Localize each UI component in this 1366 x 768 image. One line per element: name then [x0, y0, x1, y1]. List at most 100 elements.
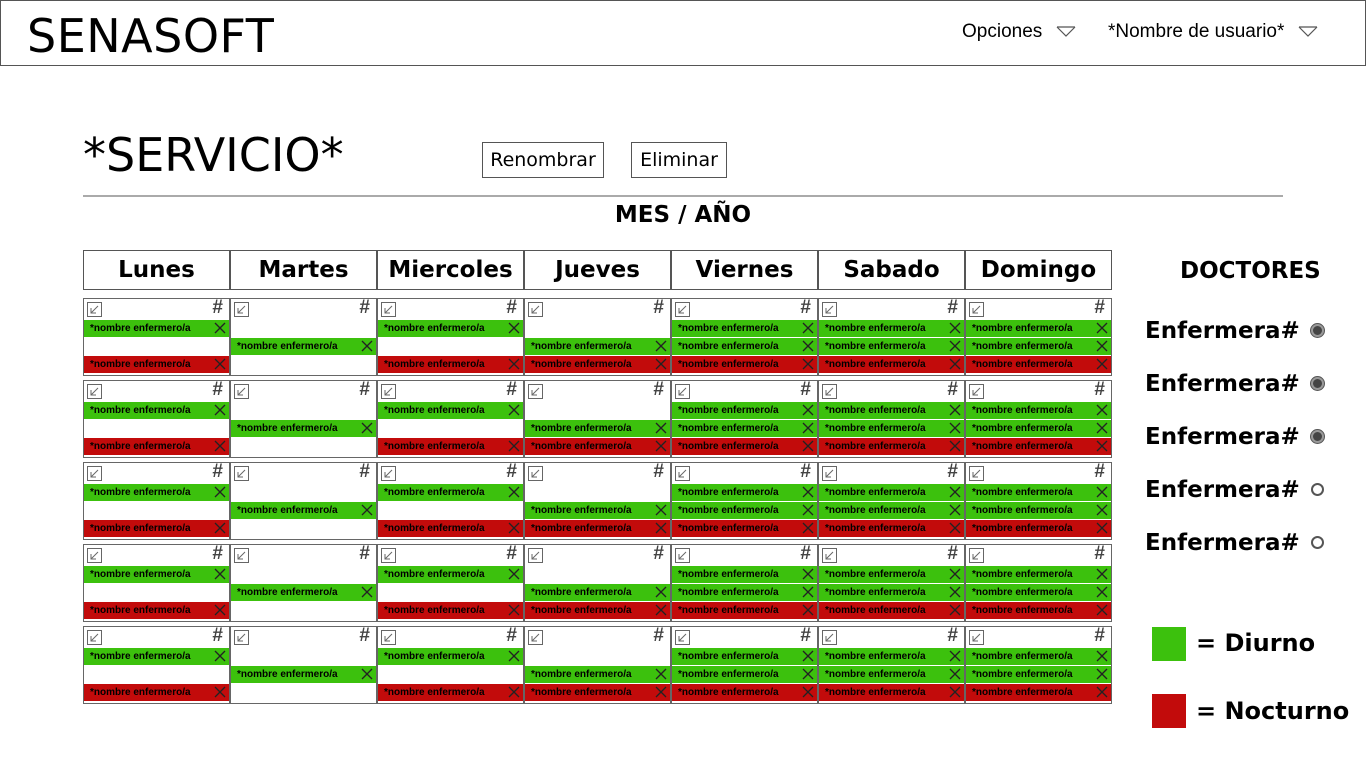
- expand-icon[interactable]: [822, 548, 837, 563]
- close-icon[interactable]: [655, 586, 667, 598]
- night-shift-entry[interactable]: *nombre enfermero/a: [378, 356, 523, 373]
- night-shift-entry[interactable]: *nombre enfermero/a: [819, 684, 964, 701]
- expand-icon[interactable]: [381, 630, 396, 645]
- close-icon[interactable]: [361, 668, 373, 680]
- day-cell[interactable]: # *nombre enfermero/a *nombre enfermero/a: [524, 461, 671, 540]
- day-cell[interactable]: # *nombre enfermero/a *nombre enfermero/a *…: [671, 461, 818, 540]
- expand-icon[interactable]: [969, 384, 984, 399]
- close-icon[interactable]: [1096, 668, 1108, 680]
- close-icon[interactable]: [802, 504, 814, 516]
- day-shift-entry[interactable]: *nombre enfermero/a: [84, 566, 229, 583]
- day-shift-entry[interactable]: *nombre enfermero/a: [672, 420, 817, 437]
- day-cell[interactable]: # *nombre enfermero/a *nombre enfermero/a: [377, 543, 524, 622]
- day-shift-entry[interactable]: *nombre enfermero/a: [378, 648, 523, 665]
- day-cell[interactable]: # *nombre enfermero/a *nombre enfermero/a: [377, 625, 524, 704]
- close-icon[interactable]: [655, 358, 667, 370]
- day-cell[interactable]: # *nombre enfermero/a *nombre enfermero/a *…: [965, 461, 1112, 540]
- day-shift-entry[interactable]: *nombre enfermero/a: [231, 584, 376, 601]
- expand-icon[interactable]: [381, 302, 396, 317]
- day-cell[interactable]: # *nombre enfermero/a: [230, 379, 377, 458]
- close-icon[interactable]: [508, 686, 520, 698]
- close-icon[interactable]: [949, 404, 961, 416]
- night-shift-entry[interactable]: *nombre enfermero/a: [672, 356, 817, 373]
- day-cell[interactable]: # *nombre enfermero/a *nombre enfermero/a: [377, 379, 524, 458]
- close-icon[interactable]: [1096, 604, 1108, 616]
- close-icon[interactable]: [949, 422, 961, 434]
- close-icon[interactable]: [214, 358, 226, 370]
- close-icon[interactable]: [949, 440, 961, 452]
- night-shift-entry[interactable]: *nombre enfermero/a: [525, 684, 670, 701]
- expand-icon[interactable]: [528, 466, 543, 481]
- day-shift-entry[interactable]: *nombre enfermero/a: [84, 320, 229, 337]
- day-shift-entry[interactable]: *nombre enfermero/a: [819, 648, 964, 665]
- day-cell[interactable]: # *nombre enfermero/a *nombre enfermero/a *…: [818, 461, 965, 540]
- day-cell[interactable]: # *nombre enfermero/a *nombre enfermero/a: [377, 461, 524, 540]
- day-shift-entry[interactable]: *nombre enfermero/a: [231, 338, 376, 355]
- night-shift-entry[interactable]: *nombre enfermero/a: [378, 520, 523, 537]
- day-cell[interactable]: # *nombre enfermero/a *nombre enfermero/a *…: [671, 379, 818, 458]
- close-icon[interactable]: [802, 440, 814, 452]
- close-icon[interactable]: [802, 668, 814, 680]
- close-icon[interactable]: [949, 650, 961, 662]
- doctor-radio[interactable]: [1311, 483, 1324, 496]
- day-cell[interactable]: # *nombre enfermero/a *nombre enfermero/a: [524, 543, 671, 622]
- expand-icon[interactable]: [234, 548, 249, 563]
- close-icon[interactable]: [508, 322, 520, 334]
- night-shift-entry[interactable]: *nombre enfermero/a: [84, 520, 229, 537]
- night-shift-entry[interactable]: *nombre enfermero/a: [819, 356, 964, 373]
- night-shift-entry[interactable]: *nombre enfermero/a: [966, 684, 1111, 701]
- expand-icon[interactable]: [528, 302, 543, 317]
- night-shift-entry[interactable]: *nombre enfermero/a: [525, 438, 670, 455]
- day-shift-entry[interactable]: *nombre enfermero/a: [672, 584, 817, 601]
- day-shift-entry[interactable]: *nombre enfermero/a: [819, 420, 964, 437]
- day-shift-entry[interactable]: *nombre enfermero/a: [672, 402, 817, 419]
- close-icon[interactable]: [1096, 686, 1108, 698]
- close-icon[interactable]: [508, 604, 520, 616]
- expand-icon[interactable]: [822, 302, 837, 317]
- night-shift-entry[interactable]: *nombre enfermero/a: [84, 684, 229, 701]
- day-cell[interactable]: # *nombre enfermero/a *nombre enfermero/a: [83, 297, 230, 376]
- day-shift-entry[interactable]: *nombre enfermero/a: [672, 338, 817, 355]
- close-icon[interactable]: [802, 522, 814, 534]
- day-cell[interactable]: # *nombre enfermero/a *nombre enfermero/a: [83, 625, 230, 704]
- day-cell[interactable]: # *nombre enfermero/a *nombre enfermero/a *…: [965, 543, 1112, 622]
- expand-icon[interactable]: [87, 384, 102, 399]
- night-shift-entry[interactable]: *nombre enfermero/a: [525, 356, 670, 373]
- close-icon[interactable]: [1096, 586, 1108, 598]
- night-shift-entry[interactable]: *nombre enfermero/a: [84, 602, 229, 619]
- close-icon[interactable]: [214, 440, 226, 452]
- close-icon[interactable]: [214, 486, 226, 498]
- expand-icon[interactable]: [822, 384, 837, 399]
- night-shift-entry[interactable]: *nombre enfermero/a: [84, 438, 229, 455]
- close-icon[interactable]: [1096, 340, 1108, 352]
- day-shift-entry[interactable]: *nombre enfermero/a: [819, 402, 964, 419]
- close-icon[interactable]: [1096, 404, 1108, 416]
- expand-icon[interactable]: [822, 630, 837, 645]
- day-shift-entry[interactable]: *nombre enfermero/a: [966, 502, 1111, 519]
- expand-icon[interactable]: [969, 466, 984, 481]
- close-icon[interactable]: [361, 422, 373, 434]
- day-shift-entry[interactable]: *nombre enfermero/a: [231, 502, 376, 519]
- close-icon[interactable]: [802, 568, 814, 580]
- day-shift-entry[interactable]: *nombre enfermero/a: [231, 666, 376, 683]
- day-shift-entry[interactable]: *nombre enfermero/a: [966, 566, 1111, 583]
- close-icon[interactable]: [1096, 358, 1108, 370]
- expand-icon[interactable]: [87, 466, 102, 481]
- day-shift-entry[interactable]: *nombre enfermero/a: [966, 338, 1111, 355]
- night-shift-entry[interactable]: *nombre enfermero/a: [819, 520, 964, 537]
- night-shift-entry[interactable]: *nombre enfermero/a: [966, 602, 1111, 619]
- expand-icon[interactable]: [381, 466, 396, 481]
- close-icon[interactable]: [1096, 440, 1108, 452]
- close-icon[interactable]: [802, 650, 814, 662]
- expand-icon[interactable]: [87, 302, 102, 317]
- day-cell[interactable]: # *nombre enfermero/a *nombre enfermero/a *…: [818, 297, 965, 376]
- night-shift-entry[interactable]: *nombre enfermero/a: [819, 438, 964, 455]
- night-shift-entry[interactable]: *nombre enfermero/a: [966, 438, 1111, 455]
- night-shift-entry[interactable]: *nombre enfermero/a: [672, 602, 817, 619]
- day-cell[interactable]: # *nombre enfermero/a *nombre enfermero/a: [83, 543, 230, 622]
- day-shift-entry[interactable]: *nombre enfermero/a: [672, 320, 817, 337]
- day-cell[interactable]: # *nombre enfermero/a *nombre enfermero/a *…: [965, 297, 1112, 376]
- close-icon[interactable]: [802, 686, 814, 698]
- expand-icon[interactable]: [528, 548, 543, 563]
- day-cell[interactable]: # *nombre enfermero/a: [230, 625, 377, 704]
